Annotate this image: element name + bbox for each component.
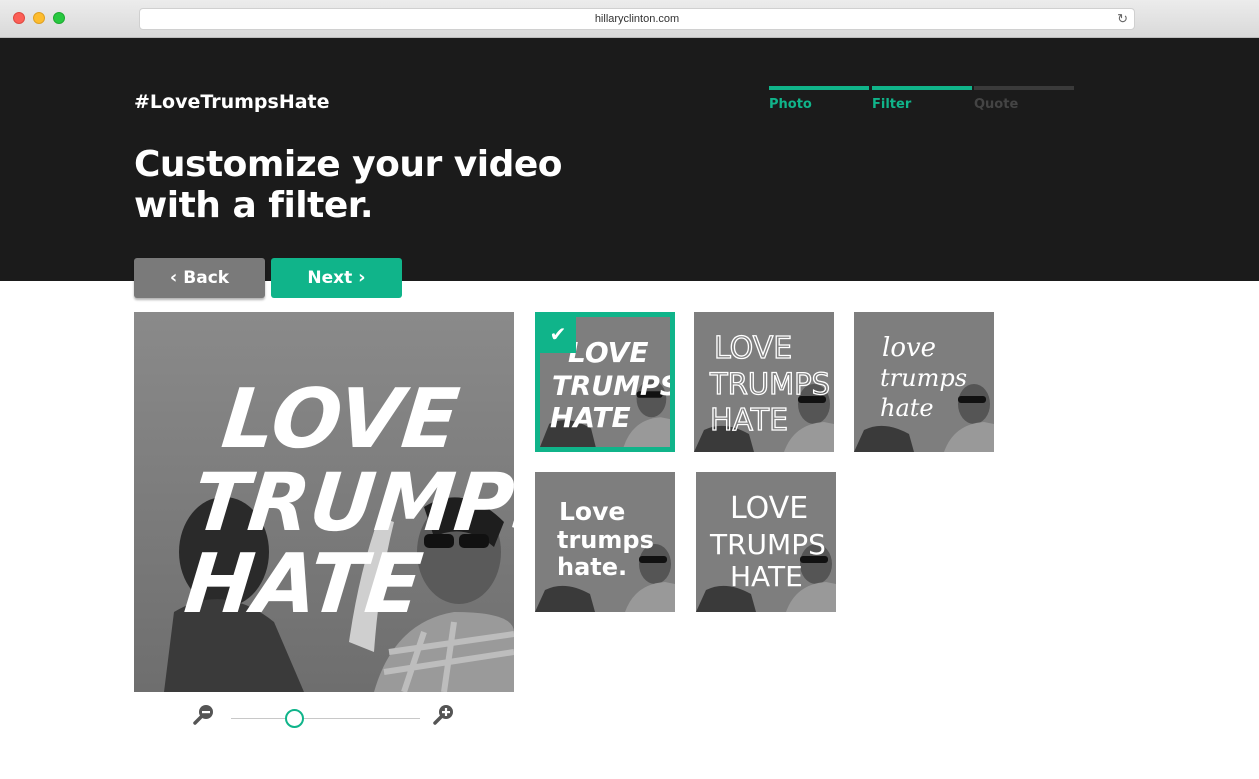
page-title-line-2: with a filter.	[134, 185, 374, 226]
step-bar	[872, 86, 972, 90]
next-button-label: Next	[307, 268, 353, 288]
thumb-text-line: HATE	[550, 401, 631, 434]
step-progress: Photo Filter Quote	[769, 86, 1074, 116]
url-text: hillaryclinton.com	[594, 13, 680, 25]
thumb-overlay: Love trumps hate.	[557, 497, 654, 581]
chevron-left-icon: ‹	[169, 267, 178, 288]
filter-option-2[interactable]: LOVE TRUMPS HATE	[694, 312, 834, 452]
thumb-text-line: TRUMPS	[709, 528, 826, 561]
zoom-out-icon[interactable]	[193, 703, 215, 725]
thumb-overlay: LOVE TRUMPS HATE	[708, 330, 830, 438]
thumb-text-line: love	[882, 333, 936, 363]
zoom-in-icon[interactable]	[433, 703, 455, 725]
step-photo[interactable]: Photo	[769, 86, 869, 112]
back-button[interactable]: ‹ Back	[134, 258, 265, 298]
thumb-overlay: LOVE TRUMPS HATE	[709, 491, 826, 593]
step-label: Quote	[974, 97, 1019, 112]
hashtag-title: #LoveTrumpsHate	[134, 91, 330, 113]
filter-option-3[interactable]: love trumps hate	[854, 312, 994, 452]
step-label: Filter	[872, 97, 912, 112]
filter-option-5[interactable]: LOVE TRUMPS HATE	[696, 472, 836, 612]
page-header: #LoveTrumpsHate Customize your video wit…	[0, 38, 1259, 281]
step-bar	[974, 86, 1074, 90]
zoom-slider-handle[interactable]	[285, 709, 304, 728]
thumb-text-line: LOVE	[730, 491, 808, 526]
address-bar[interactable]: hillaryclinton.com ↻	[139, 8, 1135, 30]
thumb-text-line: hate	[880, 394, 934, 422]
maximize-window-button[interactable]	[53, 12, 65, 24]
minimize-window-button[interactable]	[33, 12, 45, 24]
overlay-line-2: TRUMPS	[189, 456, 514, 549]
step-bar	[769, 86, 869, 90]
next-button[interactable]: Next ›	[271, 258, 402, 298]
thumb-text-line: TRUMPS	[709, 367, 830, 401]
page-title-line-1: Customize your video	[134, 144, 563, 185]
video-preview[interactable]: LOVE TRUMPS HATE	[134, 312, 514, 692]
thumb-text-line: hate.	[557, 553, 627, 581]
thumb-text-line: LOVE	[714, 331, 792, 366]
checkmark-icon: ✔	[540, 317, 576, 353]
filter-overlay: LOVE TRUMPS HATE	[180, 372, 514, 632]
thumb-text-line: TRUMPS	[552, 371, 670, 402]
filter-option-1[interactable]: ✔ LOVE TRUMPS HATE	[535, 312, 675, 452]
close-window-button[interactable]	[13, 12, 25, 24]
thumb-overlay: love trumps hate	[880, 333, 967, 422]
step-filter[interactable]: Filter	[872, 86, 972, 112]
page-title: Customize your video with a filter.	[134, 144, 654, 226]
thumb-text-line: LOVE	[568, 336, 648, 369]
thumb-text-line: trumps	[557, 526, 654, 554]
overlay-line-1: LOVE	[218, 372, 464, 467]
zoom-slider-track[interactable]	[231, 718, 420, 719]
overlay-line-3: HATE	[180, 537, 426, 632]
reload-icon[interactable]: ↻	[1117, 9, 1128, 29]
step-quote[interactable]: Quote	[974, 86, 1074, 112]
thumb-text-line: HATE	[730, 560, 803, 593]
filter-option-4[interactable]: Love trumps hate.	[535, 472, 675, 612]
browser-toolbar: hillaryclinton.com ↻	[0, 0, 1259, 38]
thumb-text-line: HATE	[710, 403, 788, 438]
thumb-text-line: Love	[559, 497, 625, 526]
back-button-label: Back	[183, 268, 230, 288]
step-label: Photo	[769, 97, 812, 112]
chevron-right-icon: ›	[358, 267, 366, 288]
thumb-text-line: trumps	[880, 364, 967, 392]
